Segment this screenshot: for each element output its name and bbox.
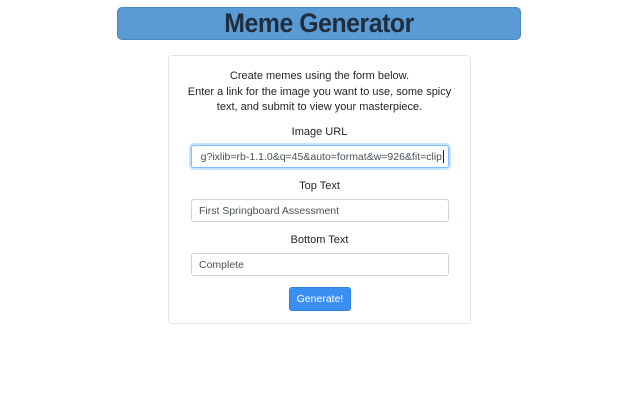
page-title: Meme Generator: [224, 8, 414, 38]
bottom-text-label: Bottom Text: [290, 234, 349, 246]
image-url-value: g?ixlib=rb-1.1.0&q=45&auto=format&w=926&…: [200, 150, 442, 163]
form-instructions: Create memes using the form below. Enter…: [169, 69, 470, 116]
header-banner: Meme Generator: [117, 7, 521, 40]
text-cursor: [443, 150, 444, 163]
instructions-line-2: Enter a link for the image you want to u…: [187, 85, 452, 98]
meme-form-card: Create memes using the form below. Enter…: [168, 55, 471, 324]
image-url-input[interactable]: g?ixlib=rb-1.1.0&q=45&auto=format&w=926&…: [191, 145, 449, 168]
bottom-text-value: Complete: [199, 258, 244, 271]
page: Meme Generator Create memes using the fo…: [0, 0, 640, 406]
top-text-value: First Springboard Assessment: [199, 204, 340, 217]
generate-button[interactable]: Generate!: [289, 287, 351, 311]
image-url-label: Image URL: [291, 126, 348, 138]
image-url-value-wrap: g?ixlib=rb-1.1.0&q=45&auto=format&w=926&…: [192, 146, 444, 167]
top-text-label: Top Text: [299, 180, 340, 192]
top-text-input[interactable]: First Springboard Assessment: [191, 199, 449, 222]
instructions-line-1: Create memes using the form below.: [229, 70, 410, 82]
bottom-text-input[interactable]: Complete: [191, 253, 449, 276]
instructions-line-3: text, and submit to view your masterpiec…: [216, 101, 423, 113]
